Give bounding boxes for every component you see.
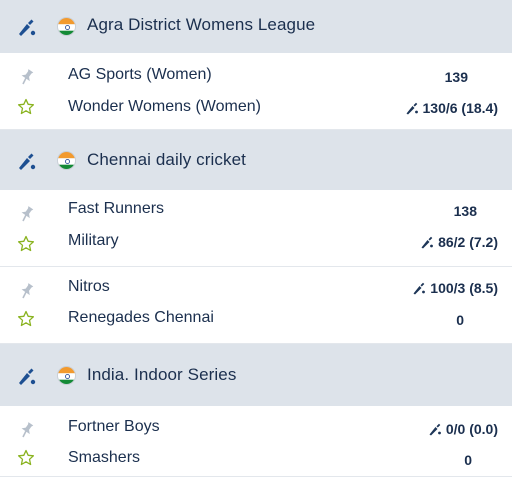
team-score: 0 — [464, 452, 472, 468]
team-score: 139 — [444, 69, 468, 85]
team-name: Fortner Boys — [68, 418, 160, 435]
india-flag-icon — [57, 151, 76, 170]
match-row[interactable]: Fast Runners 138 Military 86/2 (7.2) — [0, 190, 512, 267]
team-score: 138 — [453, 203, 477, 219]
star-icon[interactable] — [17, 98, 35, 116]
star-icon[interactable] — [17, 235, 35, 253]
pin-icon[interactable] — [16, 66, 36, 86]
league-title: India. Indoor Series — [87, 365, 237, 384]
india-flag-icon — [57, 366, 76, 385]
league-list: Agra District Womens League AG Sports (W… — [0, 0, 512, 477]
match-row[interactable]: Fortner Boys 0/0 (0.0) Smashers 0 — [0, 406, 512, 477]
team-name: Wonder Womens (Women) — [68, 98, 261, 115]
pin-icon[interactable] — [16, 280, 36, 300]
star-icon[interactable] — [17, 310, 35, 328]
team-score-batting: 86/2 (7.2) — [420, 234, 498, 250]
team-name: Military — [68, 232, 119, 249]
team-score-batting: 100/3 (8.5) — [412, 280, 498, 296]
team-name: Nitros — [68, 278, 110, 295]
league-title: Chennai daily cricket — [87, 150, 246, 169]
india-flag-icon — [57, 17, 76, 36]
team-name: Renegades Chennai — [68, 309, 214, 326]
score-value: 130/6 (18.4) — [422, 100, 499, 116]
team-name: Smashers — [68, 449, 141, 466]
cricket-bat-icon — [421, 236, 433, 249]
league-header[interactable]: Agra District Womens League — [0, 0, 512, 53]
cricket-bat-icon — [19, 368, 36, 385]
pin-icon[interactable] — [16, 419, 36, 439]
star-icon[interactable] — [17, 449, 35, 467]
match-row[interactable]: Nitros 100/3 (8.5) Renegades Chennai 0 — [0, 267, 512, 344]
cricket-bat-icon — [19, 153, 36, 170]
team-score-batting: 0/0 (0.0) — [428, 421, 498, 437]
cricket-bat-icon — [413, 282, 426, 295]
cricket-bat-icon — [429, 423, 441, 436]
team-name: AG Sports (Women) — [68, 66, 212, 83]
team-score-batting: 130/6 (18.4) — [405, 100, 499, 116]
cricket-bat-icon — [19, 19, 36, 36]
match-row[interactable]: AG Sports (Women) 139 Wonder Womens (Wom… — [0, 53, 512, 130]
score-value: 0/0 (0.0) — [445, 421, 498, 437]
team-name: Fast Runners — [68, 200, 165, 217]
league-header[interactable]: Chennai daily cricket — [0, 130, 512, 190]
score-value: 100/3 (8.5) — [430, 280, 498, 296]
league-title: Agra District Womens League — [87, 15, 316, 34]
pin-icon[interactable] — [16, 203, 36, 223]
score-value: 86/2 (7.2) — [438, 234, 498, 250]
cricket-bat-icon — [406, 102, 418, 115]
team-score: 0 — [456, 312, 464, 328]
league-header[interactable]: India. Indoor Series — [0, 344, 512, 406]
